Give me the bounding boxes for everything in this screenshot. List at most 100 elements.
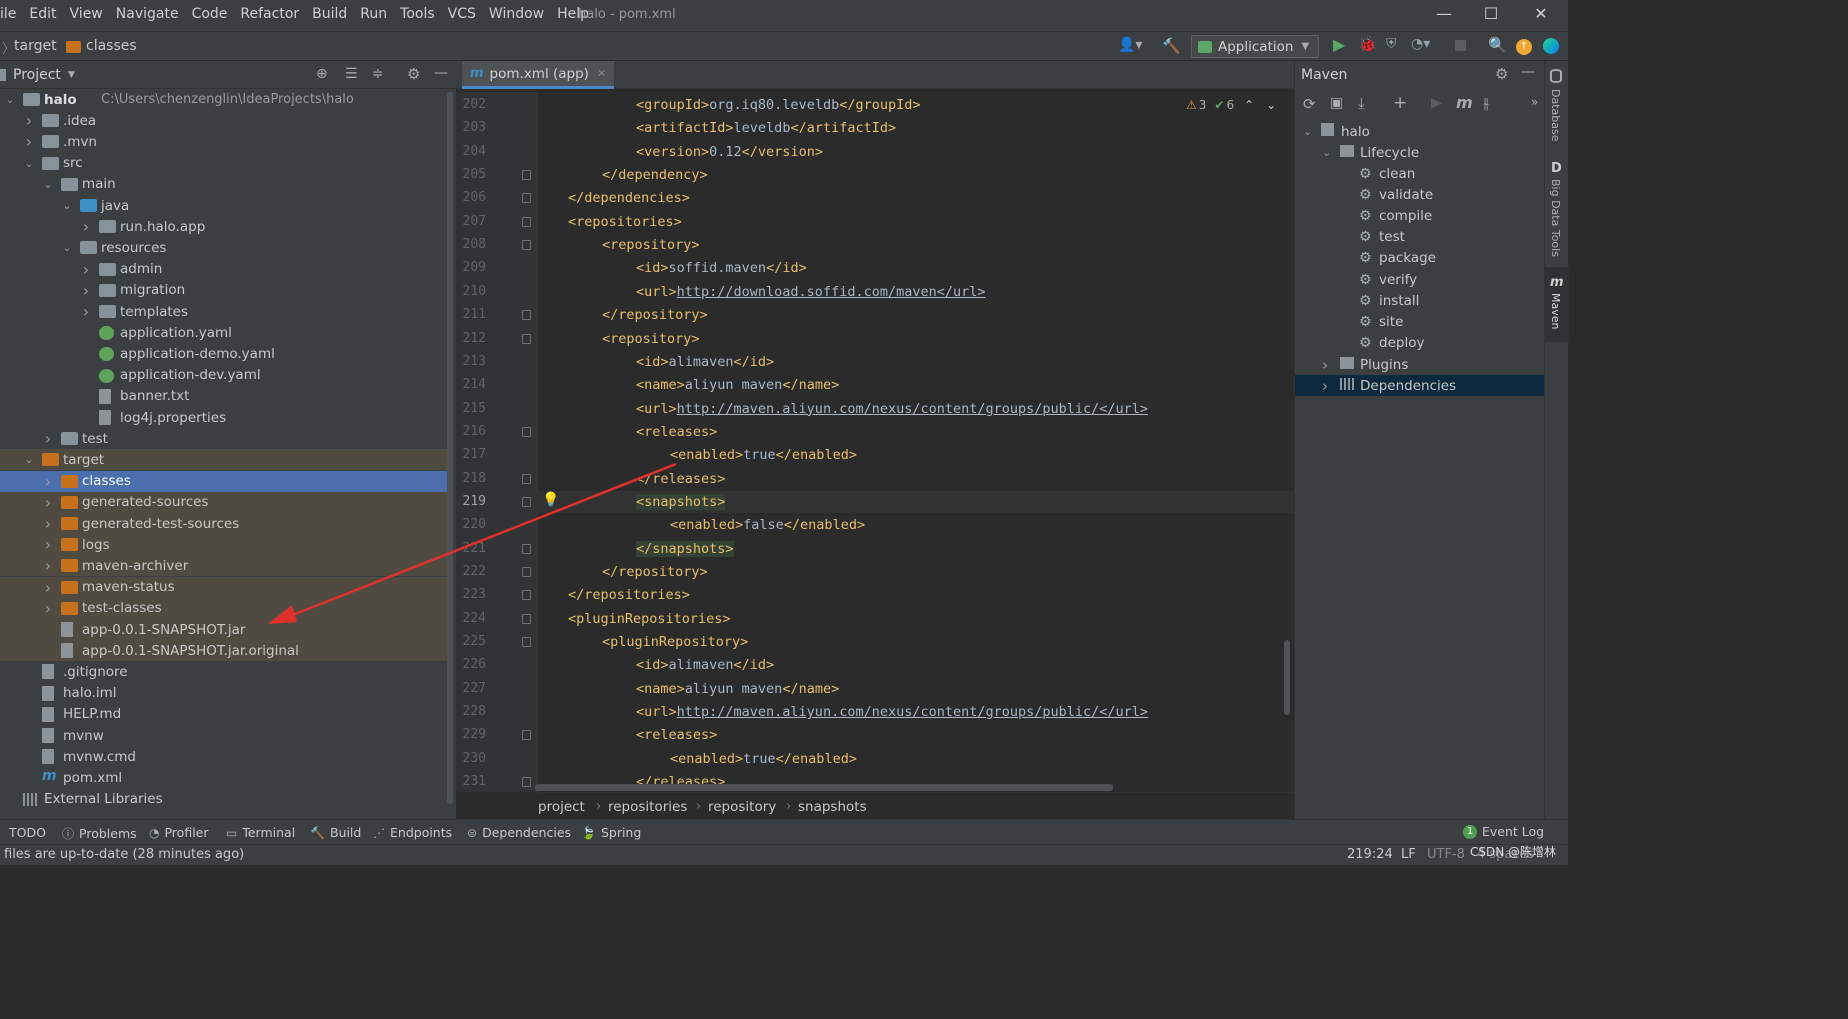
fold-marker-icon[interactable] (522, 240, 531, 251)
menu-item-edit[interactable]: Edit (29, 6, 56, 22)
lightbulb-icon[interactable]: 💡 (542, 492, 559, 508)
collapsed-chevron-icon[interactable]: › (42, 493, 54, 512)
profile-icon[interactable]: ◔▾ (1411, 36, 1430, 52)
maven-tree-item[interactable]: ⌄ halo (1295, 121, 1545, 142)
hide-panel-icon[interactable]: — (1521, 64, 1535, 80)
editor-breadcrumb-item[interactable]: repository (708, 799, 776, 815)
menu-item-vcs[interactable]: VCS (448, 6, 476, 22)
tree-item[interactable]: › .idea (0, 110, 448, 131)
fold-marker-icon[interactable] (522, 777, 531, 788)
chevron-down-icon[interactable]: ▼ (68, 70, 75, 80)
expanded-chevron-icon[interactable]: ⌄ (1322, 146, 1331, 159)
maven-tree-item[interactable]: › Plugins (1295, 354, 1545, 375)
minimize-button[interactable]: — (1433, 4, 1455, 26)
tree-item[interactable]: log4j.properties (0, 407, 448, 428)
tree-item[interactable]: › generated-test-sources (0, 513, 448, 534)
tool-window-terminal[interactable]: ▭ Terminal (226, 825, 295, 840)
collapsed-chevron-icon[interactable]: › (42, 578, 54, 597)
file-encoding[interactable]: UTF-8 (1427, 847, 1465, 862)
tree-item[interactable]: › logs (0, 534, 448, 556)
gear-icon[interactable]: ⚙ (1495, 65, 1508, 83)
tool-window-profiler[interactable]: ◔ Profiler (149, 825, 209, 840)
tree-item[interactable]: › test-classes (0, 597, 448, 619)
code-editor[interactable]: <groupId>org.iq80.leveldb</groupId> <arti… (538, 92, 1294, 792)
collapsed-chevron-icon[interactable]: › (1322, 356, 1328, 374)
collapsed-chevron-icon[interactable]: › (80, 260, 92, 279)
tree-item[interactable]: mvnw (0, 725, 448, 746)
expand-all-icon[interactable]: ☰ (345, 66, 358, 82)
next-highlight-icon[interactable]: ⌄ (1266, 98, 1276, 112)
maven-tree-item[interactable]: ⚙ verify (1295, 269, 1545, 290)
maven-tree-item[interactable]: ⚙ clean (1295, 163, 1545, 184)
menu-item-tools[interactable]: Tools (400, 6, 435, 22)
tree-item[interactable]: m pom.xml (0, 767, 448, 788)
breadcrumb-classes[interactable]: classes (86, 38, 137, 54)
maven-tree-item[interactable]: ⚙ test (1295, 227, 1545, 248)
maven-tree-item[interactable]: ⌄ Lifecycle (1295, 142, 1545, 163)
tree-item[interactable]: › templates (0, 301, 448, 322)
expanded-chevron-icon[interactable]: ⌄ (4, 93, 16, 106)
tree-item[interactable]: HELP.md (0, 704, 448, 725)
add-icon[interactable]: + (1393, 93, 1407, 113)
tool-window-problems[interactable]: ⓘ Problems (62, 825, 137, 842)
hide-panel-icon[interactable]: — (434, 65, 448, 81)
fold-marker-icon[interactable] (522, 496, 531, 507)
reload-icon[interactable]: ⟳ (1303, 95, 1316, 113)
menu-item-code[interactable]: Code (192, 6, 228, 22)
fold-marker-icon[interactable] (522, 170, 531, 181)
menu-item-refactor[interactable]: Refactor (240, 6, 299, 22)
tree-item[interactable]: › maven-status (0, 576, 448, 598)
tool-window-build[interactable]: 🔨 Build (310, 825, 361, 840)
tree-item[interactable]: › migration (0, 280, 448, 301)
tree-item[interactable]: ⌄ src (0, 153, 448, 174)
collapsed-chevron-icon[interactable]: › (42, 514, 54, 533)
collapsed-chevron-icon[interactable]: › (42, 472, 54, 491)
fold-marker-icon[interactable] (522, 333, 531, 344)
execute-goal-icon[interactable]: m (1456, 93, 1473, 112)
fold-marker-icon[interactable] (522, 216, 531, 227)
tree-item[interactable]: app-0.0.1-SNAPSHOT.jar (0, 619, 448, 640)
fold-marker-icon[interactable] (522, 613, 531, 624)
coverage-icon[interactable]: ⛨ (1386, 36, 1397, 52)
tree-item[interactable]: ⌄ halo C:\Users\chenzenglin\IdeaProjects\h… (0, 89, 448, 110)
tree-item[interactable]: › generated-sources (0, 491, 448, 513)
tool-window-endpoints[interactable]: ⋰ Endpoints (373, 825, 452, 840)
tree-item[interactable]: app-0.0.1-SNAPSHOT.jar.original (0, 640, 448, 662)
tree-item[interactable]: banner.txt (0, 386, 448, 407)
menu-item-ile[interactable]: ile (0, 6, 16, 22)
tree-item[interactable]: halo.iml (0, 683, 448, 704)
collapsed-chevron-icon[interactable]: › (80, 281, 92, 300)
tool-window-todo[interactable]: TODO (4, 825, 46, 840)
event-log-button[interactable]: 1 Event Log (1463, 824, 1544, 839)
toggle-offline-icon[interactable]: ⫳ (1483, 94, 1489, 112)
collapsed-chevron-icon[interactable]: › (42, 556, 54, 575)
tree-item[interactable]: ⌄ target (0, 449, 448, 471)
collapse-all-icon[interactable]: ≑ (372, 66, 384, 82)
expanded-chevron-icon[interactable]: ⌄ (61, 241, 73, 254)
tree-item[interactable]: application.yaml (0, 322, 448, 343)
tool-window-dependencies[interactable]: ⊜ Dependencies (467, 825, 571, 840)
tree-item[interactable]: .gitignore (0, 661, 448, 682)
menu-item-window[interactable]: Window (489, 6, 544, 22)
expanded-chevron-icon[interactable]: ⌄ (1303, 125, 1312, 138)
fold-marker-icon[interactable] (522, 473, 531, 484)
run-icon[interactable]: ▶ (1333, 35, 1345, 54)
run-config-select[interactable]: Application ▼ (1191, 35, 1319, 58)
collapsed-chevron-icon[interactable]: › (42, 429, 54, 448)
user-icon[interactable]: 👤▾ (1118, 37, 1142, 53)
editor-breadcrumb-item[interactable]: repositories (608, 799, 687, 815)
search-icon[interactable]: 🔍 (1488, 36, 1507, 54)
inspection-widget[interactable]: ⚠ 3 ✔ 6 ⌃ ⌄ (1186, 96, 1276, 114)
editor-breadcrumb-item[interactable]: snapshots (798, 799, 867, 815)
fold-marker-icon[interactable] (522, 543, 531, 554)
collapsed-chevron-icon[interactable]: › (42, 599, 54, 618)
tree-item[interactable]: application-demo.yaml (0, 343, 448, 364)
collapsed-chevron-icon[interactable]: › (80, 302, 92, 321)
expanded-chevron-icon[interactable]: ⌄ (23, 453, 35, 466)
tree-item[interactable]: › maven-archiver (0, 555, 448, 577)
close-icon[interactable]: ✕ (597, 67, 606, 80)
more-icon[interactable]: » (1531, 95, 1538, 109)
download-icon[interactable]: ⤓ (1358, 94, 1365, 112)
maven-tree-item[interactable]: ⚙ install (1295, 290, 1545, 311)
maven-tree-item[interactable]: ⚙ validate (1295, 184, 1545, 205)
